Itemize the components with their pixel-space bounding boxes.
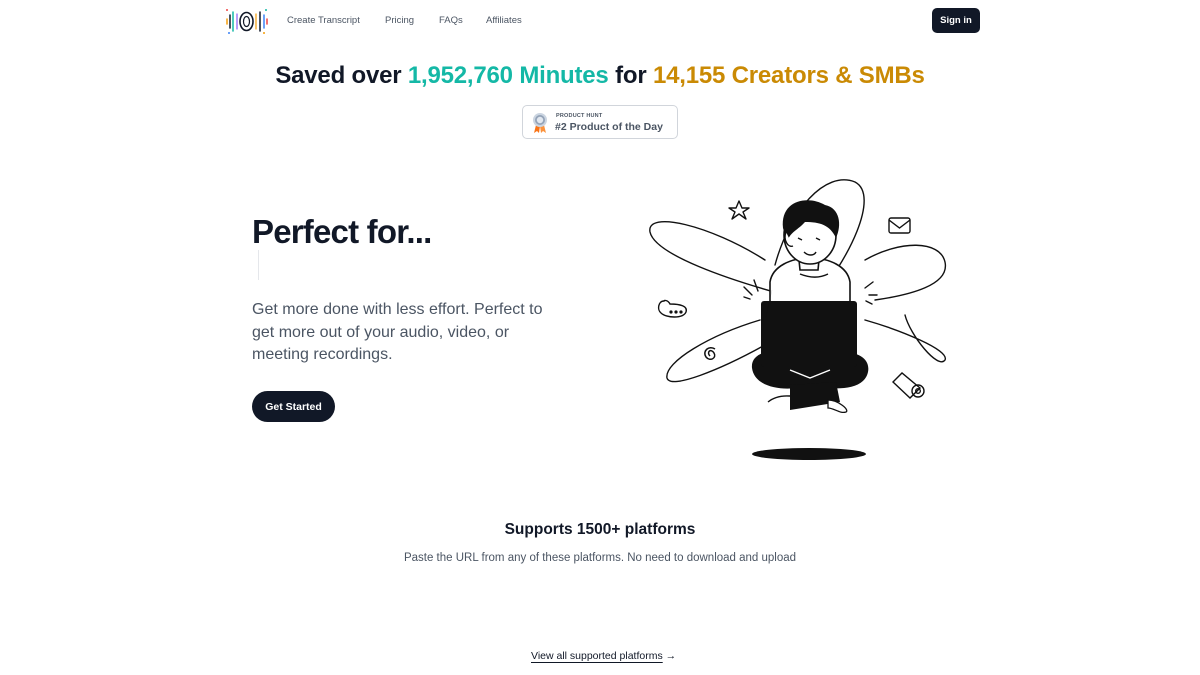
view-all-label: View all supported platforms <box>531 650 663 662</box>
floor-shadow <box>752 448 866 460</box>
swirl-icon <box>704 346 716 360</box>
orbit-loop-bottom-right <box>864 314 946 363</box>
badge-source: PRODUCT HUNT <box>556 113 603 119</box>
view-all-platforms-link[interactable]: View all supported platforms → <box>531 650 676 662</box>
sign-in-button[interactable]: Sign in <box>932 8 980 33</box>
creators-count: 14,155 <box>652 62 726 89</box>
chat-bubble-icon <box>657 299 687 318</box>
orbit-loop-left <box>649 221 786 296</box>
top-nav: Create Transcript Pricing FAQs Affiliate… <box>0 0 1200 40</box>
get-started-button[interactable]: Get Started <box>252 391 335 422</box>
nav-link-affiliates[interactable]: Affiliates <box>486 15 522 26</box>
orbit-loop-bottom-left <box>666 319 766 383</box>
hero-description: Get more done with less effort. Perfect … <box>252 301 543 363</box>
hero-title: Perfect for... <box>252 213 432 250</box>
nav-link-faqs[interactable]: FAQs <box>439 15 463 26</box>
person-figure <box>751 200 869 414</box>
orbit-loop-right <box>864 244 946 301</box>
stats-headline: Saved over 1,952,760 Minutes for 14,155 … <box>0 62 1200 90</box>
nav-link-create-transcript[interactable]: Create Transcript <box>287 15 360 26</box>
platforms-subtitle: Paste the URL from any of these platform… <box>403 552 797 564</box>
badge-title: #2 Product of the Day <box>555 121 663 133</box>
arrow-right-icon: → <box>665 650 677 662</box>
medal-icon <box>533 113 547 133</box>
headline-mid: for <box>615 62 647 89</box>
typing-caret <box>258 250 259 280</box>
at-letter-icon <box>891 372 925 399</box>
hero-illustration <box>649 179 946 460</box>
headline-prefix: Saved over <box>275 62 402 89</box>
product-hunt-badge[interactable]: PRODUCT HUNT #2 Product of the Day <box>522 105 678 139</box>
logo-icon[interactable] <box>224 6 270 36</box>
star-icon <box>728 200 750 220</box>
mail-icon <box>888 217 911 234</box>
creators-word: Creators & SMBs <box>731 62 925 89</box>
minutes-count: 1,952,760 <box>407 62 513 89</box>
minutes-word: Minutes <box>519 62 609 89</box>
nav-link-pricing[interactable]: Pricing <box>385 15 414 26</box>
platforms-title: Supports 1500+ platforms <box>504 521 696 538</box>
